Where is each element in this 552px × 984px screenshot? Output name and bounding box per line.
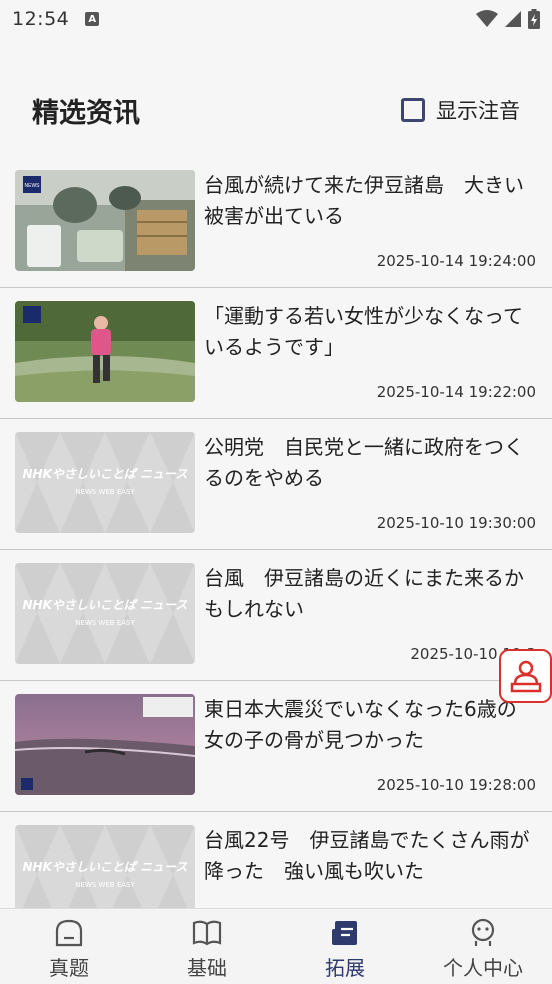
news-list[interactable]: NEWS 台風が続けて来た伊豆諸島 大きい被害が出ている 2025-10-14 … <box>0 157 552 908</box>
show-pronunciation-toggle[interactable]: 显示注音 <box>401 95 520 125</box>
news-item[interactable]: NHKやさしいことば ニュース NEWS WEB EASY 公明党 自民党と一緒… <box>0 419 552 550</box>
svg-text:NEWS: NEWS <box>25 183 41 189</box>
profile-icon <box>471 918 495 946</box>
nav-label: 真题 <box>49 956 89 980</box>
newspaper-icon <box>332 921 357 945</box>
nhk-easy-subtitle: NEWS WEB EASY <box>75 881 135 889</box>
news-item[interactable]: NEWS 台風が続けて来た伊豆諸島 大きい被害が出ている 2025-10-14 … <box>0 157 552 288</box>
news-date: 2025-10-14 19:24:00 <box>376 252 536 270</box>
notification-a-icon: A <box>85 12 100 26</box>
nav-tab-tuozhan[interactable]: 拓展 <box>276 909 414 984</box>
nav-label: 拓展 <box>325 956 365 980</box>
battery-icon <box>528 9 540 29</box>
news-title: 東日本大震災でいなくなった6歳の女の子の骨が見つかった <box>204 697 517 752</box>
status-time: 12:54 <box>12 8 70 30</box>
news-title: 台風22号 伊豆諸島でたくさん雨が降った 強い風も吹いた <box>204 828 530 883</box>
status-bar: 12:54 A <box>0 0 552 38</box>
nhk-easy-logo: NHKやさしいことば ニュース <box>22 467 188 481</box>
news-item[interactable]: 「運動する若い女性が少なくなっているようです」 2025-10-14 19:22… <box>0 288 552 419</box>
news-date: 2025-10-10 19:30:00 <box>376 514 536 532</box>
news-thumbnail-placeholder: NHKやさしいことば ニュース NEWS WEB EASY <box>15 825 195 908</box>
nhk-easy-logo: NHKやさしいことば ニュース <box>22 598 188 612</box>
news-item[interactable]: 東日本大震災でいなくなった6歳の女の子の骨が見つかった 2025-10-10 1… <box>0 681 552 812</box>
news-thumbnail: NEWS <box>15 170 195 271</box>
pronunciation-checkbox[interactable] <box>401 98 425 122</box>
page-title: 精选资讯 <box>32 97 140 129</box>
teacher-icon <box>510 660 541 693</box>
bottom-navigation: 真题 基础 拓展 个人中心 <box>0 908 552 984</box>
nav-tab-profile[interactable]: 个人中心 <box>414 909 552 984</box>
nhk-easy-logo: NHKやさしいことば ニュース <box>22 860 188 874</box>
news-thumbnail-placeholder: NHKやさしいことば ニュース NEWS WEB EASY <box>15 432 195 533</box>
news-thumbnail <box>15 301 195 402</box>
news-date: 2025-10-14 19:22:00 <box>376 383 536 401</box>
wifi-icon <box>476 10 498 27</box>
news-thumbnail <box>15 694 195 795</box>
news-title: 台風が続けて来た伊豆諸島 大きい被害が出ている <box>204 173 524 228</box>
nav-label: 基础 <box>187 956 227 980</box>
nav-tab-zhenti[interactable]: 真题 <box>0 909 138 984</box>
book-icon <box>192 920 222 946</box>
nhk-easy-subtitle: NEWS WEB EASY <box>75 488 135 496</box>
news-title: 「運動する若い女性が少なくなっているようです」 <box>204 304 523 359</box>
floating-assistant-button[interactable] <box>499 649 552 703</box>
nav-tab-jichu[interactable]: 基础 <box>138 909 276 984</box>
nav-label: 个人中心 <box>443 956 523 980</box>
pronunciation-label: 显示注音 <box>436 99 520 123</box>
news-title: 公明党 自民党と一緒に政府をつくるのをやめる <box>204 435 524 490</box>
news-title: 台風 伊豆諸島の近くにまた来るかもしれない <box>204 566 524 621</box>
news-item[interactable]: NHKやさしいことば ニュース NEWS WEB EASY 台風22号 伊豆諸島… <box>0 812 552 908</box>
signal-icon <box>505 11 521 27</box>
news-thumbnail-placeholder: NHKやさしいことば ニュース NEWS WEB EASY <box>15 563 195 664</box>
news-date: 2025-10-10 19:28:00 <box>376 776 536 794</box>
nhk-easy-subtitle: NEWS WEB EASY <box>75 619 135 627</box>
news-item[interactable]: NHKやさしいことば ニュース NEWS WEB EASY 台風 伊豆諸島の近く… <box>0 550 552 681</box>
page-header: 精选资讯 显示注音 <box>0 80 552 140</box>
home-icon <box>55 919 83 947</box>
